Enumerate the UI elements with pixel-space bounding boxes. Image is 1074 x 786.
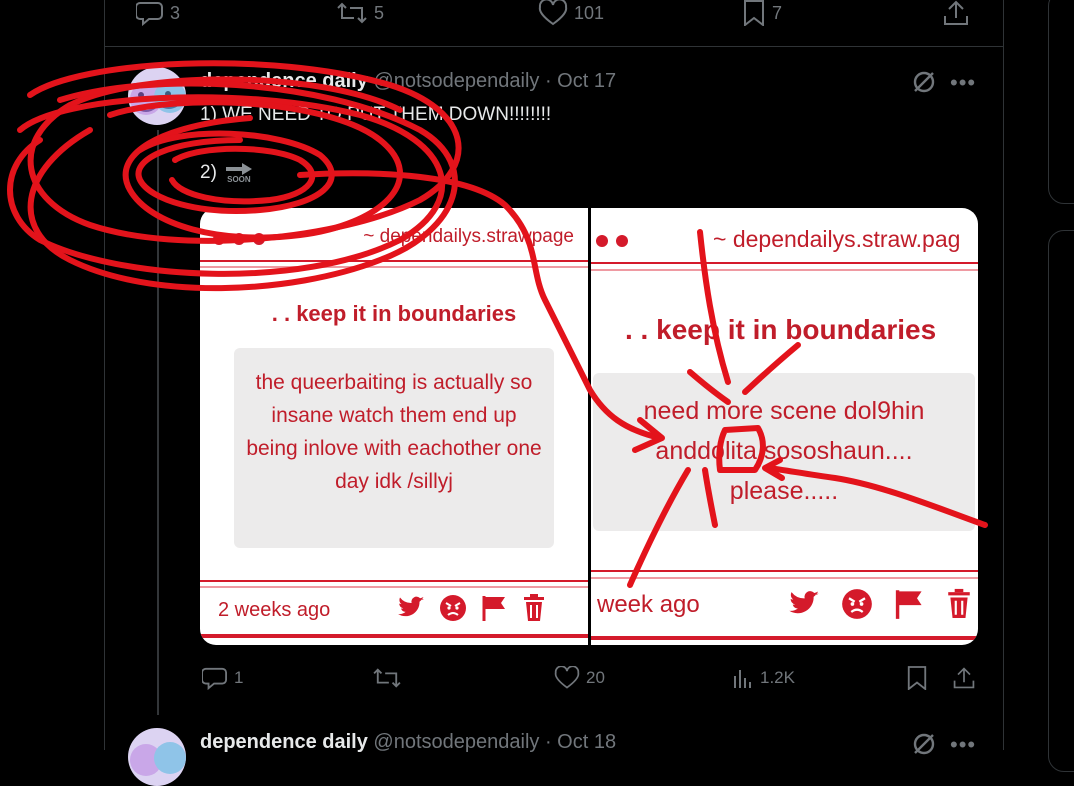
window-dot: [596, 235, 608, 247]
tweet-line-1: 1) WE NEED TO PUT THEM DOWN!!!!!!!!: [200, 104, 552, 125]
thread-line: [157, 130, 159, 715]
twitter-icon[interactable]: [787, 589, 821, 619]
tweet-line-2-prefix: 2): [200, 162, 217, 183]
next-tweet-header: dependence daily @notsodependaily · Oct …: [200, 731, 616, 754]
heart-icon: [554, 666, 580, 689]
tweet-header: dependence daily @notsodependaily · Oct …: [200, 70, 616, 93]
like-count: 20: [586, 668, 605, 687]
like-count: 101: [574, 2, 605, 23]
like-button[interactable]: 20: [554, 666, 605, 690]
trash-icon[interactable]: [521, 594, 547, 622]
more-icon[interactable]: •••: [950, 732, 976, 758]
message-text: the queerbaiting is actually so insane w…: [246, 371, 542, 493]
card-actions: [396, 594, 547, 622]
share-button[interactable]: [942, 0, 970, 26]
divider: [591, 636, 978, 640]
soon-label: SOON: [227, 175, 251, 184]
reply-count: 3: [170, 2, 181, 23]
card-actions: [787, 588, 973, 620]
window-dot: [616, 235, 628, 247]
page-url: ~ dependailys.strawpage: [363, 226, 574, 247]
grok-icon[interactable]: [910, 730, 938, 763]
repost-count: 5: [374, 2, 385, 23]
timeline-right-border: [1003, 0, 1004, 750]
flag-icon[interactable]: [480, 594, 508, 622]
avatar[interactable]: [128, 67, 186, 125]
reply-count: 1: [234, 668, 244, 687]
page-url: ~ dependailys.straw.pag: [713, 226, 961, 252]
divider: [200, 580, 588, 582]
repost-button[interactable]: [372, 666, 408, 690]
views-icon: [734, 670, 751, 688]
share-icon: [944, 0, 968, 25]
divider: [200, 586, 588, 588]
divider: [591, 269, 978, 271]
divider: [200, 634, 588, 638]
window-dot: [253, 233, 265, 245]
more-icon[interactable]: •••: [950, 70, 976, 96]
image-seam: [588, 208, 591, 645]
divider: [200, 266, 588, 268]
angry-icon[interactable]: [439, 594, 467, 622]
heart-icon: [538, 0, 568, 26]
soon-arrow-icon: SOON: [225, 162, 253, 184]
twitter-icon[interactable]: [396, 595, 426, 621]
repost-button[interactable]: 5: [336, 0, 384, 26]
message-box: need more scene dol9hin anddolita sososh…: [593, 373, 975, 531]
views-count: 1.2K: [760, 668, 795, 687]
reply-icon: [202, 667, 227, 690]
tweet-line-2: 2) SOON: [200, 162, 253, 184]
avatar[interactable]: [128, 728, 186, 786]
grok-icon[interactable]: [910, 68, 938, 101]
right-sidebar-card-edge-2: [1048, 230, 1074, 772]
share-button[interactable]: [952, 666, 976, 690]
reply-button[interactable]: 1: [202, 666, 243, 690]
post-time: week ago: [597, 591, 700, 618]
reply-icon: [136, 2, 163, 26]
angry-icon[interactable]: [841, 588, 873, 620]
repost-icon: [373, 668, 401, 688]
tweet-media[interactable]: ~ dependailys.strawpage . . keep it in b…: [200, 208, 978, 645]
bookmark-icon: [907, 666, 927, 690]
message-box: the queerbaiting is actually so insane w…: [234, 348, 554, 548]
right-sidebar-card-edge: [1048, 0, 1074, 204]
bookmark-button[interactable]: [906, 666, 928, 690]
share-icon: [953, 667, 975, 689]
timeline-left-border: [104, 0, 105, 750]
divider: [591, 570, 978, 572]
display-name[interactable]: dependence daily: [200, 70, 368, 92]
strawpage-card-left: ~ dependailys.strawpage . . keep it in b…: [200, 208, 588, 645]
handle-and-date[interactable]: @notsodependaily · Oct 17: [373, 70, 616, 92]
window-dot: [213, 233, 225, 245]
bookmark-count: 7: [772, 2, 783, 23]
post-time: 2 weeks ago: [218, 599, 331, 621]
window-dot: [233, 233, 245, 245]
repost-icon: [337, 2, 367, 24]
tweet-divider: [104, 46, 1004, 47]
divider: [591, 577, 978, 579]
bookmark-button[interactable]: 7: [742, 0, 782, 26]
trash-icon[interactable]: [945, 588, 973, 620]
divider: [200, 260, 588, 262]
bookmark-icon: [744, 0, 764, 26]
card-title: . . keep it in boundaries: [271, 301, 517, 326]
message-text: need more scene dol9hin anddolita sososh…: [643, 397, 925, 505]
reply-button[interactable]: 3: [136, 0, 180, 26]
flag-icon[interactable]: [893, 588, 925, 620]
like-button[interactable]: 101: [538, 0, 604, 26]
views-button[interactable]: 1.2K: [732, 666, 795, 690]
divider: [591, 262, 978, 264]
card-title: . . keep it in boundaries: [625, 314, 937, 345]
strawpage-card-right: ~ dependailys.straw.pag . . keep it in b…: [591, 208, 978, 645]
